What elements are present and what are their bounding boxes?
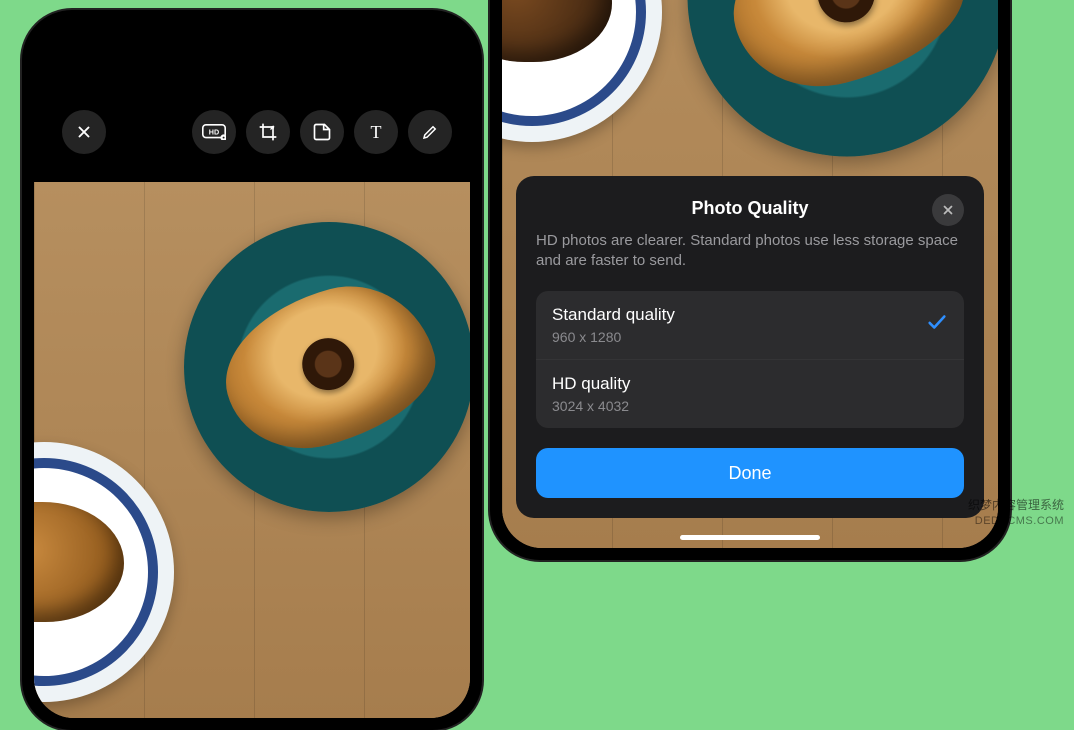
- close-icon: [941, 203, 955, 217]
- crop-button[interactable]: [246, 110, 290, 154]
- svg-text:HD: HD: [209, 127, 219, 136]
- option-title: HD quality: [552, 374, 948, 394]
- checkmark-icon: [926, 311, 948, 339]
- draw-button[interactable]: [408, 110, 452, 154]
- croissant: [208, 267, 450, 466]
- plate-teal: [184, 222, 470, 512]
- sheet-title: Photo Quality: [692, 198, 809, 219]
- quality-options: Standard quality 960 x 1280 HD quality 3…: [536, 291, 964, 428]
- crop-icon: [258, 122, 278, 142]
- photo-preview[interactable]: [34, 182, 470, 718]
- croissant: [714, 0, 980, 107]
- close-icon: [75, 123, 93, 141]
- phone-screen-left: HD T: [34, 22, 470, 718]
- phone-screen-right: Photo Quality HD photos are clearer. Sta…: [502, 0, 998, 548]
- pencil-icon: [421, 123, 439, 141]
- option-title: Standard quality: [552, 305, 926, 325]
- watermark-line1: 织梦内容管理系统: [968, 498, 1064, 514]
- close-button[interactable]: [62, 110, 106, 154]
- chocolate-swirl: [296, 332, 360, 396]
- option-standard-quality[interactable]: Standard quality 960 x 1280: [536, 291, 964, 359]
- sheet-close-button[interactable]: [932, 194, 964, 226]
- home-indicator[interactable]: [680, 535, 820, 540]
- sheet-header: Photo Quality: [536, 198, 964, 219]
- option-subtitle: 960 x 1280: [552, 329, 926, 345]
- text-tool-button[interactable]: T: [354, 110, 398, 154]
- watermark-line2: DEDECMS.COM: [968, 514, 1064, 528]
- sheet-description: HD photos are clearer. Standard photos u…: [536, 231, 964, 272]
- text-tool-icon: T: [371, 122, 382, 143]
- option-subtitle: 3024 x 4032: [552, 398, 948, 414]
- photo-quality-sheet: Photo Quality HD photos are clearer. Sta…: [516, 176, 984, 519]
- sticker-icon: [312, 122, 332, 142]
- pastry: [34, 502, 124, 622]
- watermark: 织梦内容管理系统 DEDECMS.COM: [968, 498, 1064, 528]
- hd-quality-button[interactable]: HD: [192, 110, 236, 154]
- done-button[interactable]: Done: [536, 448, 964, 498]
- pain-au-chocolat: [502, 0, 612, 62]
- hd-icon: HD: [202, 124, 226, 140]
- phone-frame-left: HD T: [22, 10, 482, 730]
- phone-frame-right: Photo Quality HD photos are clearer. Sta…: [490, 0, 1010, 560]
- chocolate-swirl: [811, 0, 881, 29]
- editor-toolbar: HD T: [34, 102, 470, 162]
- sticker-button[interactable]: [300, 110, 344, 154]
- dynamic-island: [197, 32, 307, 62]
- option-hd-quality[interactable]: HD quality 3024 x 4032: [536, 359, 964, 428]
